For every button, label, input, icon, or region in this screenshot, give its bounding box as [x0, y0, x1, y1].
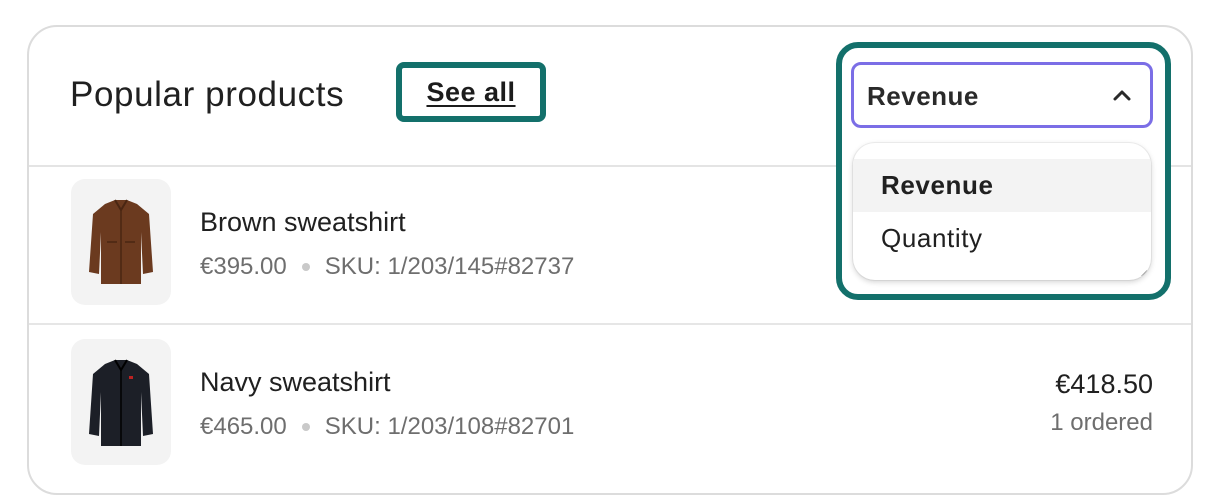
resize-handle-icon: ◢	[1141, 268, 1148, 277]
navy-jacket-image	[89, 359, 153, 446]
product-price: €395.00	[200, 253, 287, 280]
sort-option-revenue[interactable]: Revenue	[853, 159, 1151, 212]
see-all-label: See all	[426, 76, 516, 107]
product-sku: SKU: 1/203/145#82737	[324, 253, 575, 280]
sort-selected-value: Revenue	[867, 81, 979, 111]
sort-option-quantity[interactable]: Quantity	[853, 212, 1151, 265]
separator-dot	[301, 423, 310, 431]
sort-options-menu: Revenue Quantity ◢	[853, 143, 1151, 280]
sort-select[interactable]: Revenue	[851, 62, 1153, 128]
brown-jacket-image	[89, 199, 153, 284]
separator-dot	[301, 263, 310, 271]
card-title: Popular products	[70, 75, 345, 114]
product-meta: €465.00 SKU: 1/203/108#82701	[200, 413, 574, 441]
product-thumbnail	[71, 179, 171, 305]
see-all-link[interactable]: See all	[396, 62, 546, 122]
product-revenue: €418.50	[1055, 369, 1153, 399]
product-name: Navy sweatshirt	[200, 367, 391, 397]
product-name: Brown sweatshirt	[200, 207, 406, 237]
product-ordered-count: 1 ordered	[1050, 409, 1153, 436]
product-row[interactable]: Navy sweatshirt €465.00 SKU: 1/203/108#8…	[29, 325, 1191, 483]
product-price: €465.00	[200, 413, 287, 440]
chevron-up-icon	[1113, 90, 1131, 101]
product-meta: €395.00 SKU: 1/203/145#82737	[200, 253, 574, 281]
product-thumbnail	[71, 339, 171, 465]
product-sku: SKU: 1/203/108#82701	[324, 413, 575, 440]
